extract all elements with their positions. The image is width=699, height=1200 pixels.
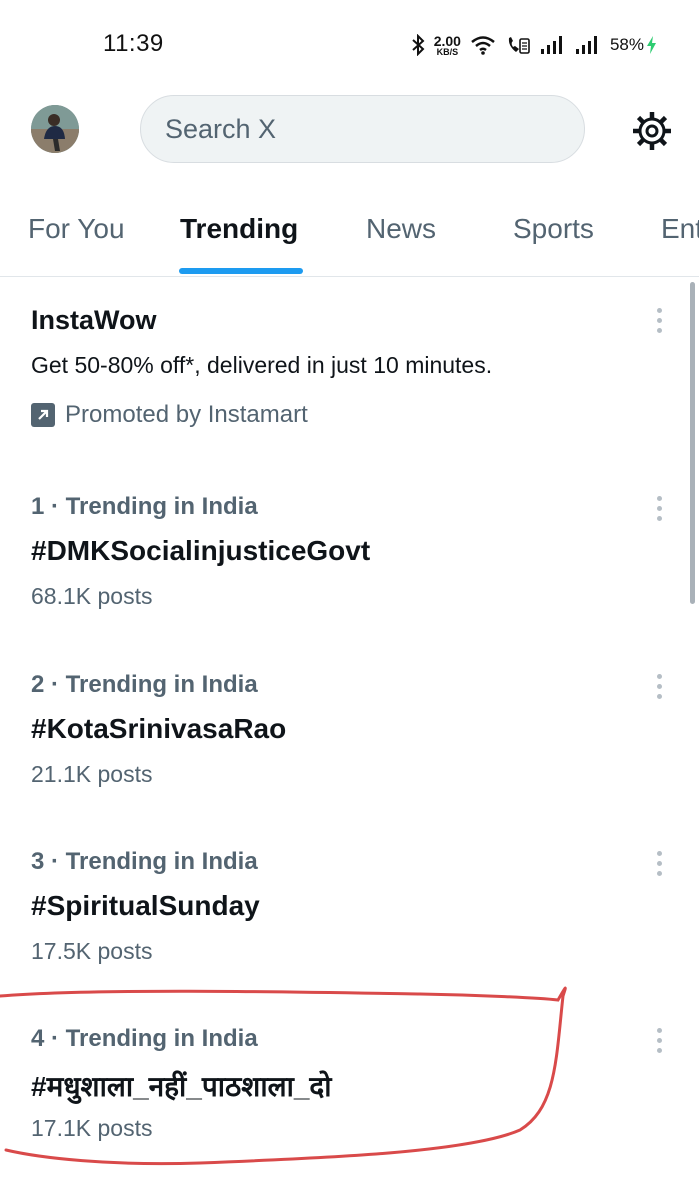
more-options-icon[interactable] [646, 672, 674, 702]
gear-icon[interactable] [628, 107, 676, 155]
trend-topic: #KotaSrinivasaRao [31, 713, 287, 744]
network-speed-value: 2.00 [433, 32, 461, 49]
more-options-icon[interactable] [646, 494, 674, 524]
bluetooth-icon [412, 34, 425, 56]
promoted-icon [31, 403, 55, 427]
trend-context: 4 · Trending in India [31, 1025, 258, 1052]
trend-topic: #DMKSocialinjusticeGovt [31, 535, 371, 566]
trend-context: 2 · Trending in India [31, 671, 258, 698]
trend-item[interactable]: 4 · Trending in India #मधुशाला_नहीं_पाठश… [0, 1010, 699, 1160]
avatar[interactable] [31, 105, 79, 153]
network-speed: 2.00 KB/S [434, 34, 461, 57]
trend-post-count: 17.1K posts [31, 1115, 153, 1141]
more-options-icon[interactable] [646, 306, 674, 336]
active-tab-indicator [179, 268, 303, 274]
status-bar: 11:39 2.00 KB/S 58% [0, 0, 699, 90]
signal-icon [575, 36, 597, 54]
more-options-icon[interactable] [646, 849, 674, 879]
trend-topic: #मधुशाला_नहीं_पाठशाला_दो [31, 1071, 332, 1102]
tab-for-you[interactable]: For You [28, 213, 125, 245]
promoted-title: InstaWow [31, 305, 157, 335]
network-speed-unit: KB/S [436, 46, 459, 57]
trend-item[interactable]: 2 · Trending in India #KotaSrinivasaRao … [0, 656, 699, 806]
promoted-by: Promoted by Instamart [31, 401, 308, 429]
explore-tabs: For You Trending News Sports Ent [0, 196, 699, 277]
tab-news[interactable]: News [366, 213, 436, 245]
status-time: 11:39 [103, 30, 164, 57]
tab-sports[interactable]: Sports [513, 213, 594, 245]
promoted-by-label: Promoted by Instamart [65, 401, 308, 428]
promoted-description: Get 50-80% off*, delivered in just 10 mi… [31, 352, 493, 378]
trend-context: 1 · Trending in India [31, 493, 258, 520]
tab-entertainment[interactable]: Ent [661, 213, 699, 245]
status-icons: 2.00 KB/S 58% [411, 28, 657, 62]
trend-item[interactable]: 1 · Trending in India #DMKSocialinjustic… [0, 478, 699, 628]
trend-post-count: 17.5K posts [31, 938, 153, 964]
wifi-icon [471, 36, 495, 55]
trend-post-count: 68.1K posts [31, 583, 153, 609]
trend-context: 3 · Trending in India [31, 848, 258, 875]
promoted-trend[interactable]: InstaWow Get 50-80% off*, delivered in j… [0, 290, 699, 450]
search-input[interactable]: Search X [140, 95, 585, 163]
charging-icon [647, 36, 656, 54]
profile-photo [31, 105, 79, 153]
trend-topic: #SpiritualSunday [31, 890, 260, 921]
trend-item[interactable]: 3 · Trending in India #SpiritualSunday 1… [0, 833, 699, 983]
tab-trending[interactable]: Trending [180, 213, 298, 245]
battery-level: 58% [609, 35, 644, 54]
call-icon [508, 37, 530, 54]
battery: 58% [610, 35, 657, 55]
scrollbar[interactable] [690, 282, 695, 604]
signal-icon [540, 36, 562, 54]
search-placeholder: Search X [165, 113, 277, 144]
trend-post-count: 21.1K posts [31, 761, 153, 787]
more-options-icon[interactable] [646, 1026, 674, 1056]
